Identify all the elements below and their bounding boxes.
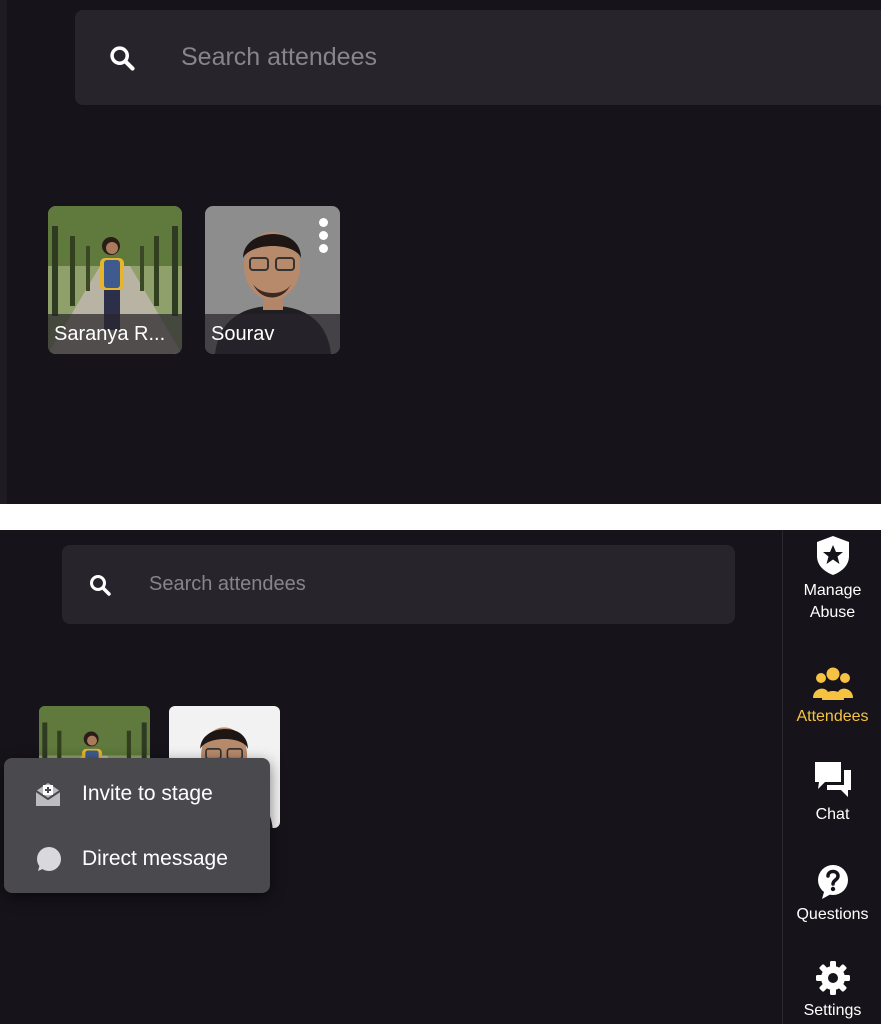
sidebar-item-chat[interactable]: Chat — [783, 760, 881, 826]
attendees-panel-top: Saranya R... Sourav — [0, 0, 881, 504]
search-icon — [110, 45, 135, 71]
menu-item-label: Invite to stage — [82, 782, 213, 805]
attendee-tile-sourav[interactable]: Sourav — [205, 206, 340, 354]
invite-envelope-icon — [35, 783, 61, 806]
direct-message-menu-item[interactable]: Direct message — [4, 828, 270, 890]
sidebar-item-label: Chat — [815, 806, 850, 823]
attendees-panel-bottom: Invite to stage Direct message Manage Ab… — [0, 530, 881, 1024]
people-icon — [812, 667, 853, 700]
search-bar[interactable] — [62, 545, 735, 624]
attendee-context-menu: Invite to stage Direct message — [4, 758, 270, 893]
more-vertical-icon[interactable] — [314, 218, 332, 258]
attendee-name: Sourav — [205, 314, 340, 354]
sidebar-item-label: Settings — [803, 1002, 862, 1019]
search-input[interactable] — [149, 573, 629, 596]
sidebar-item-label: Attendees — [796, 708, 869, 725]
sidebar-item-label: Questions — [796, 906, 869, 923]
shield-star-icon — [816, 536, 849, 575]
sidebar-item-settings[interactable]: Settings — [783, 960, 881, 1022]
search-icon — [90, 574, 111, 596]
attendee-name: Saranya R... — [48, 314, 182, 354]
invite-to-stage-menu-item[interactable]: Invite to stage — [4, 763, 270, 825]
menu-item-label: Direct message — [82, 847, 228, 870]
question-icon — [817, 865, 848, 899]
chat-bubble-icon — [37, 847, 61, 871]
sidebar-item-attendees[interactable]: Attendees — [783, 666, 881, 728]
attendee-tile-saranya[interactable]: Saranya R... — [48, 206, 182, 354]
gear-icon — [815, 961, 850, 995]
search-bar[interactable] — [75, 10, 881, 105]
sidebar-item-questions[interactable]: Questions — [783, 864, 881, 926]
sidebar-item-manage-abuse[interactable]: Manage Abuse — [783, 534, 881, 624]
sidebar-item-label: Manage Abuse — [803, 582, 862, 621]
right-sidebar: Manage Abuse Attendees Chat Questions Se… — [782, 530, 881, 1024]
search-input[interactable] — [181, 43, 781, 72]
chat-icon — [814, 762, 851, 797]
